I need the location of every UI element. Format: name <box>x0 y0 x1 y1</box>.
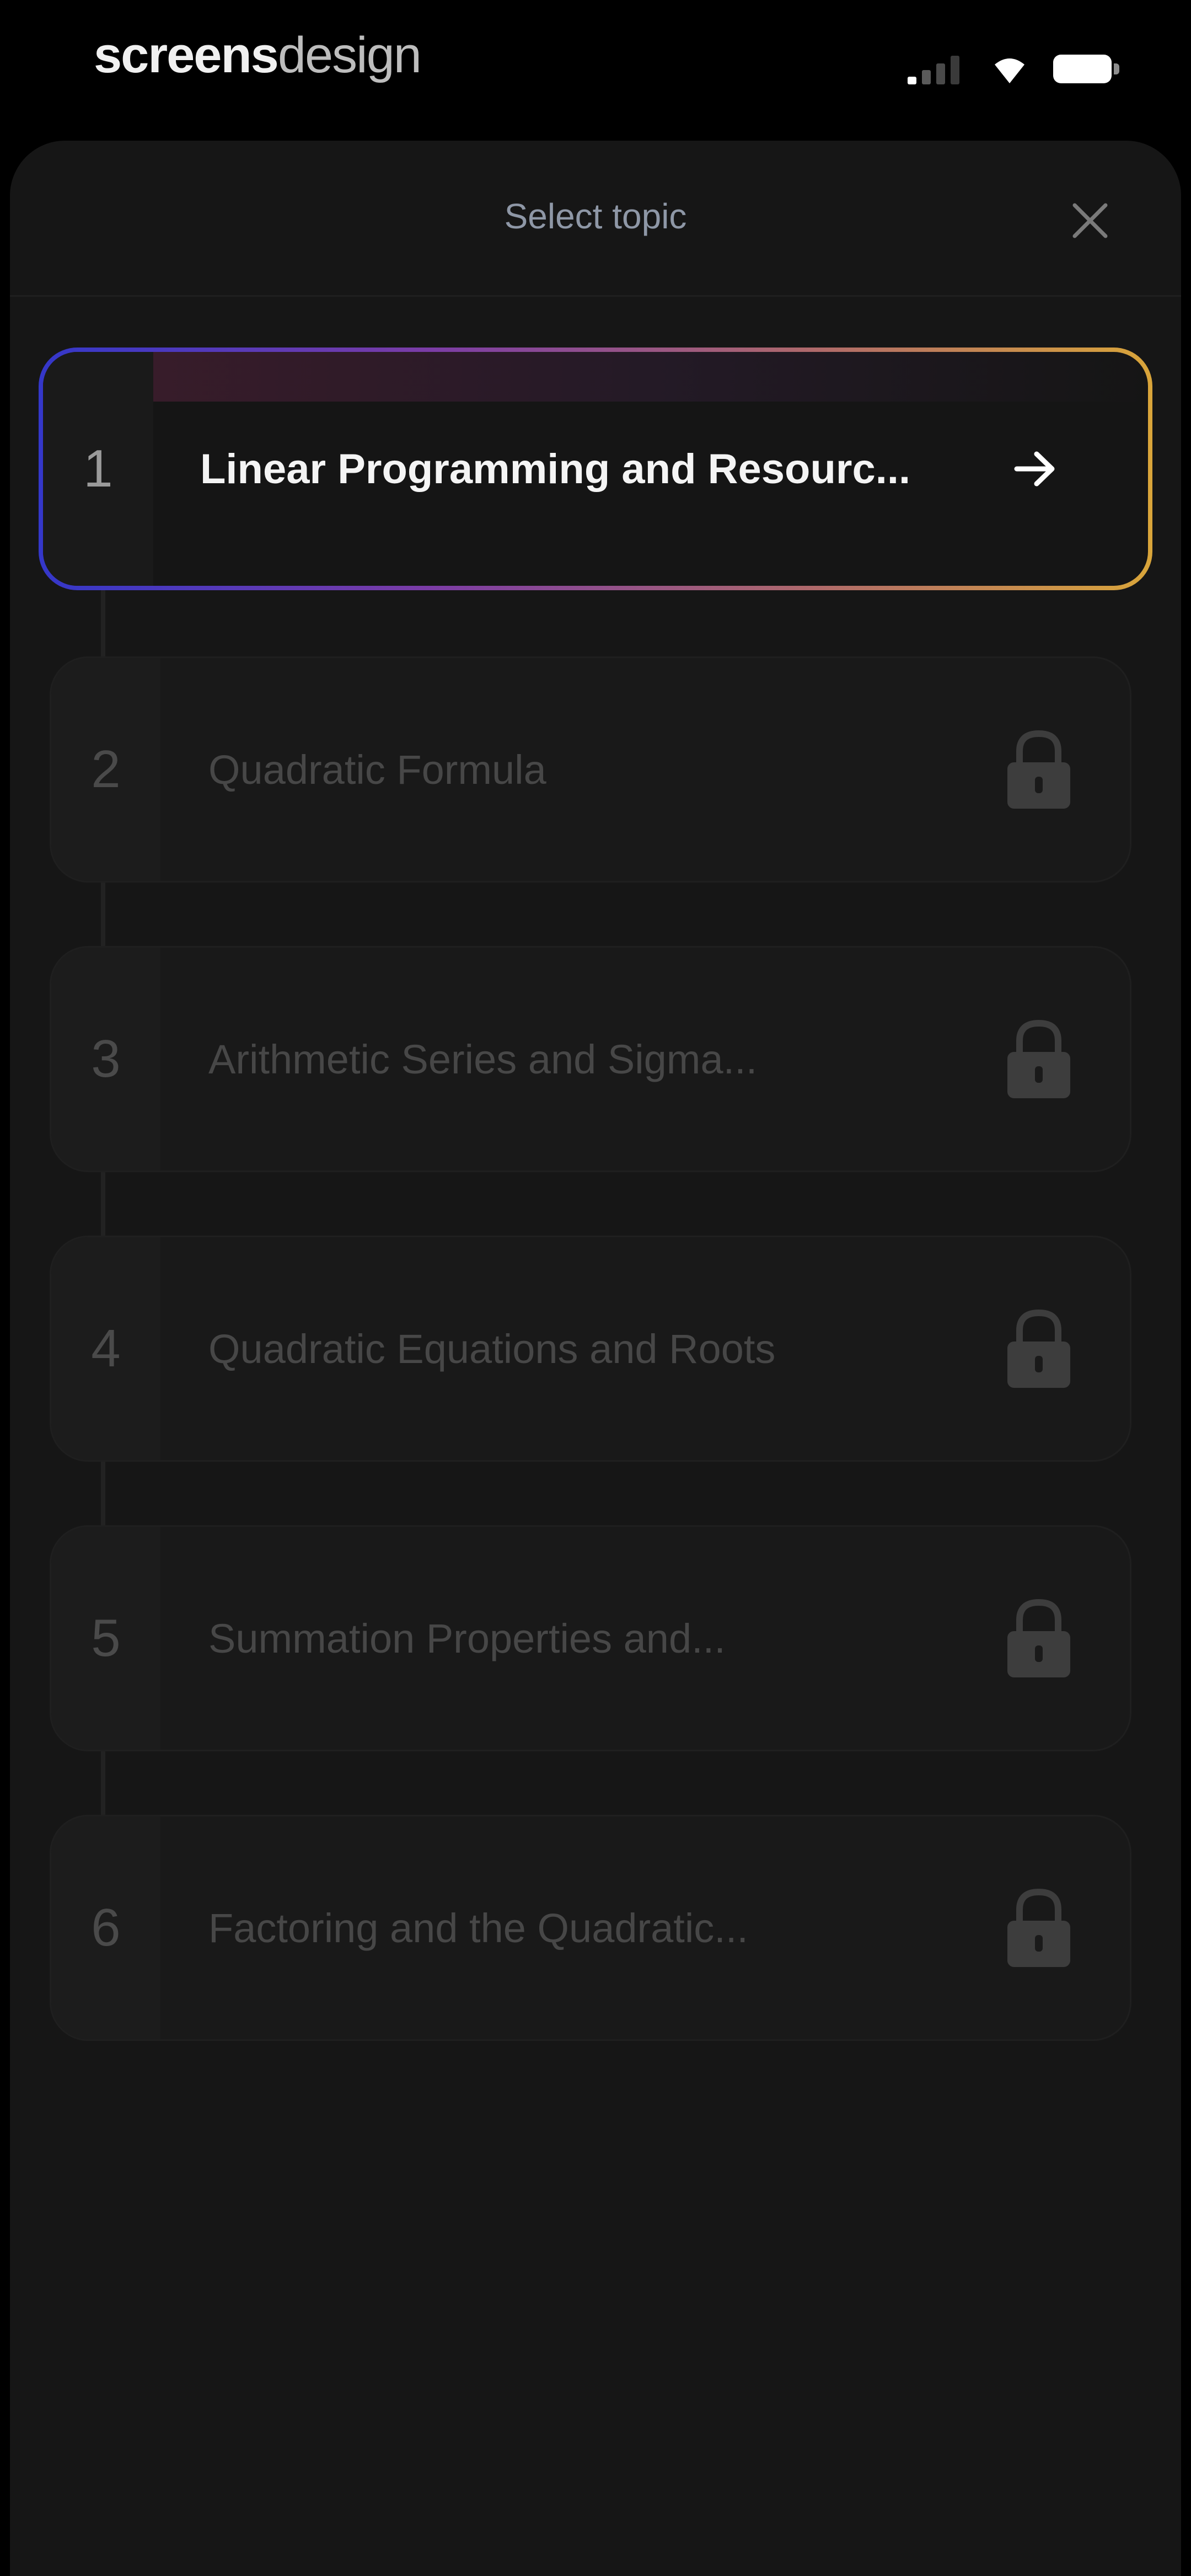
watermark: screens design <box>83 22 432 88</box>
close-button[interactable] <box>1065 196 1115 245</box>
lock-icon <box>1007 1888 1070 1967</box>
topic-label: Summation Properties and... <box>208 1615 726 1661</box>
lock-icon <box>1007 1309 1070 1388</box>
topic-item-2[interactable]: 2 Quadratic Formula <box>50 656 1131 883</box>
topic-item-5[interactable]: 5 Summation Properties and... <box>50 1525 1131 1751</box>
status-icons <box>905 52 1119 85</box>
topic-number: 5 <box>51 1527 160 1750</box>
battery-icon <box>1053 55 1119 83</box>
lock-icon <box>1007 1019 1070 1098</box>
topic-label: Linear Programming and Resourc... <box>200 445 911 493</box>
topic-item-1[interactable]: 1 Linear Programming and Resourc... <box>39 348 1152 590</box>
watermark-light: design <box>277 26 422 83</box>
wifi-icon <box>995 58 1024 83</box>
topic-label: Arithmetic Series and Sigma... <box>208 1036 758 1082</box>
topic-number: 1 <box>43 352 153 586</box>
status-bar: screens design <box>0 0 1191 138</box>
sheet-title: Select topic <box>504 196 687 236</box>
topic-number: 4 <box>51 1237 160 1460</box>
arrow-right-icon <box>1014 451 1055 487</box>
topic-label: Quadratic Equations and Roots <box>208 1326 776 1372</box>
lock-icon <box>1007 730 1070 809</box>
topic-item-6[interactable]: 6 Factoring and the Quadratic... <box>50 1815 1131 2041</box>
watermark-bold: screens <box>94 26 279 83</box>
signal-icon <box>908 56 959 84</box>
topic-label: Factoring and the Quadratic... <box>208 1905 748 1951</box>
sheet-header: Select topic <box>10 141 1181 297</box>
topic-number: 3 <box>51 948 160 1171</box>
topic-item-3[interactable]: 3 Arithmetic Series and Sigma... <box>50 946 1131 1172</box>
lock-icon <box>1007 1599 1070 1677</box>
topic-label: Quadratic Formula <box>208 746 546 793</box>
topic-number: 6 <box>51 1816 160 2039</box>
topic-item-4[interactable]: 4 Quadratic Equations and Roots <box>50 1236 1131 1462</box>
topic-number: 2 <box>51 658 160 881</box>
close-icon <box>1072 203 1108 238</box>
